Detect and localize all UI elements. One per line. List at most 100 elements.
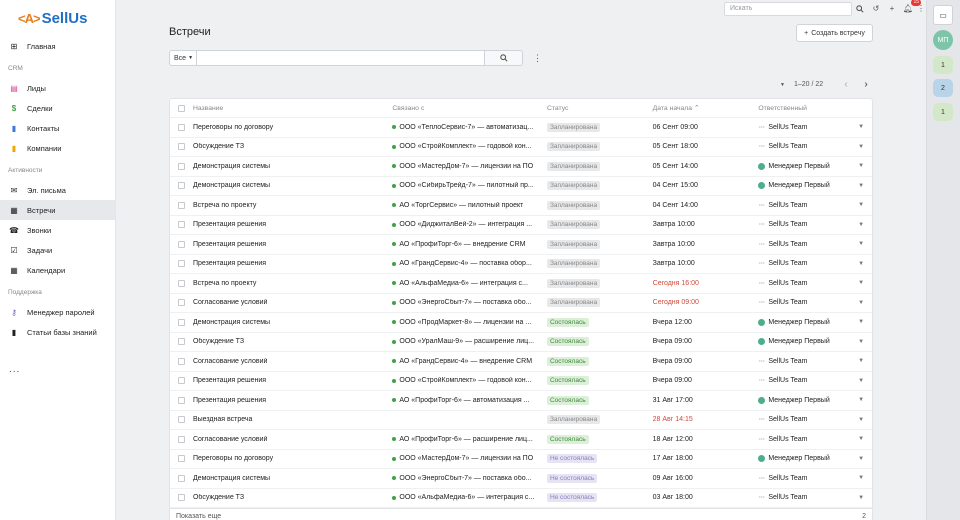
- table-row[interactable]: Встреча по проекту АО «ТоргСервис» — пило…: [170, 196, 872, 216]
- row-menu-caret-icon[interactable]: ▼: [858, 417, 872, 423]
- logo[interactable]: <A> SellUs: [0, 0, 115, 36]
- table-row[interactable]: Демонстрация системы ООО «МастерДом-7» — …: [170, 157, 872, 177]
- table-row[interactable]: Демонстрация системы ООО «СибирьТрейд-7» …: [170, 177, 872, 196]
- related-link[interactable]: ООО «ПродМаркет-8» — лицензии на ...: [399, 319, 531, 326]
- meeting-name[interactable]: Обсуждение ТЗ: [193, 494, 392, 501]
- chat-button[interactable]: ▭: [933, 5, 953, 25]
- row-checkbox[interactable]: [170, 299, 193, 307]
- row-menu-caret-icon[interactable]: ▼: [858, 475, 872, 481]
- column-header-status[interactable]: Статус: [547, 105, 653, 112]
- table-row[interactable]: Презентация решения ООО «ДиджиталВей-2» —…: [170, 216, 872, 235]
- row-menu-caret-icon[interactable]: ▼: [858, 222, 872, 228]
- panel-chip-2[interactable]: 2: [933, 79, 953, 97]
- meeting-name[interactable]: Обсуждение ТЗ: [193, 338, 392, 345]
- row-checkbox[interactable]: [170, 279, 193, 287]
- meeting-name[interactable]: Презентация решения: [193, 397, 392, 404]
- meeting-name[interactable]: Выездная встреча: [193, 416, 392, 423]
- row-menu-caret-icon[interactable]: ▼: [858, 339, 872, 345]
- meeting-name[interactable]: Встреча по проекту: [193, 280, 392, 287]
- related-link[interactable]: ООО «СтройКомплект» — годовой кон...: [399, 377, 531, 384]
- meeting-name[interactable]: Согласование условий: [193, 436, 392, 443]
- row-menu-caret-icon[interactable]: ▼: [858, 183, 872, 189]
- row-checkbox[interactable]: [170, 123, 193, 131]
- kebab-menu-icon[interactable]: ⋮: [916, 2, 926, 16]
- row-menu-caret-icon[interactable]: ▼: [858, 144, 872, 150]
- meeting-name[interactable]: Презентация решения: [193, 260, 392, 267]
- row-checkbox[interactable]: [170, 143, 193, 151]
- row-menu-caret-icon[interactable]: ▼: [858, 456, 872, 462]
- table-row[interactable]: Презентация решения АО «ПрофиТорг-6» — ав…: [170, 391, 872, 411]
- sidebar-item-kb-articles[interactable]: ▮ Статьи базы знаний: [0, 322, 115, 342]
- column-header-related[interactable]: Связано с: [392, 105, 547, 112]
- panel-chip-1[interactable]: 1: [933, 56, 953, 74]
- bell-icon[interactable]: 🔔︎ 15: [900, 0, 921, 16]
- row-checkbox[interactable]: [170, 201, 193, 209]
- related-link[interactable]: АО «ПрофиТорг-6» — расширение лиц...: [399, 436, 532, 443]
- table-row[interactable]: Обсуждение ТЗ ООО «АльфаМедиа-6» — интегр…: [170, 489, 872, 508]
- row-menu-caret-icon[interactable]: ▼: [858, 358, 872, 364]
- table-row[interactable]: Встреча по проекту АО «АльфаМедиа-6» — ин…: [170, 274, 872, 294]
- table-row[interactable]: Презентация решения ООО «СтройКомплект» —…: [170, 372, 872, 391]
- related-link[interactable]: ООО «МастерДом-7» — лицензии на ПО: [399, 455, 533, 462]
- row-checkbox[interactable]: [170, 318, 193, 326]
- meeting-name[interactable]: Демонстрация системы: [193, 475, 392, 482]
- plus-icon[interactable]: +: [884, 2, 900, 16]
- related-link[interactable]: ООО «МастерДом-7» — лицензии на ПО: [399, 163, 533, 170]
- history-icon[interactable]: ↺: [868, 2, 884, 16]
- related-link[interactable]: АО «ПрофиТорг-6» — автоматизация ...: [399, 397, 529, 404]
- meeting-name[interactable]: Согласование условий: [193, 299, 392, 306]
- row-menu-caret-icon[interactable]: ▼: [858, 280, 872, 286]
- sidebar-item-meetings[interactable]: ▦ Встречи: [0, 200, 115, 220]
- meeting-name[interactable]: Демонстрация системы: [193, 319, 392, 326]
- sidebar-item-deals[interactable]: $ Сделки: [0, 98, 115, 118]
- related-link[interactable]: АО «ГрандСервис-4» — внедрение CRM: [399, 358, 532, 365]
- related-link[interactable]: ООО «СибирьТрейд-7» — пилотный пр...: [399, 182, 533, 189]
- meeting-name[interactable]: Обсуждение ТЗ: [193, 143, 392, 150]
- row-checkbox[interactable]: [170, 416, 193, 424]
- related-link[interactable]: АО «ГрандСервис-4» — поставка обор...: [399, 260, 531, 267]
- row-checkbox[interactable]: [170, 377, 193, 385]
- meeting-name[interactable]: Переговоры по договору: [193, 124, 392, 131]
- sidebar-item-password-manager[interactable]: ⚷ Менеджер паролей: [0, 302, 115, 322]
- user-avatar[interactable]: МП: [933, 30, 953, 50]
- row-menu-caret-icon[interactable]: ▼: [858, 319, 872, 325]
- row-menu-caret-icon[interactable]: ▼: [858, 261, 872, 267]
- related-link[interactable]: ООО «АльфаМедиа-6» — интеграция с...: [399, 494, 534, 501]
- create-meeting-button[interactable]: + Создать встречу: [796, 24, 873, 42]
- related-link[interactable]: АО «АльфаМедиа-6» — интеграция с...: [399, 280, 528, 287]
- related-link[interactable]: ООО «ЭнергоСбыт-7» — поставка обо...: [399, 299, 531, 306]
- row-menu-caret-icon[interactable]: ▼: [858, 163, 872, 169]
- table-row[interactable]: Согласование условий ООО «ЭнергоСбыт-7» —…: [170, 294, 872, 313]
- search-icon[interactable]: [852, 2, 868, 16]
- filter-search-input[interactable]: [197, 50, 485, 66]
- more-menu-button[interactable]: ...: [0, 364, 115, 375]
- row-checkbox[interactable]: [170, 162, 193, 170]
- row-checkbox[interactable]: [170, 260, 193, 268]
- table-row[interactable]: Презентация решения АО «ПрофиТорг-6» — вн…: [170, 235, 872, 255]
- row-menu-caret-icon[interactable]: ▼: [858, 397, 872, 403]
- related-link[interactable]: ООО «УралМаш-9» — расширение лиц...: [399, 338, 534, 345]
- row-checkbox[interactable]: [170, 182, 193, 190]
- sidebar-item-contacts[interactable]: ▮ Контакты: [0, 118, 115, 138]
- column-header-owner[interactable]: Ответственный: [758, 105, 858, 112]
- table-row[interactable]: Демонстрация системы ООО «ПродМаркет-8» —…: [170, 313, 872, 333]
- related-link[interactable]: ООО «ЭнергоСбыт-7» — поставка обо...: [399, 475, 531, 482]
- related-link[interactable]: АО «ТоргСервис» — пилотный проект: [399, 202, 523, 209]
- row-checkbox[interactable]: [170, 396, 193, 404]
- kebab-menu-icon[interactable]: ⋮: [533, 53, 542, 64]
- row-checkbox[interactable]: [170, 455, 193, 463]
- meeting-name[interactable]: Демонстрация системы: [193, 163, 392, 170]
- meeting-name[interactable]: Переговоры по договору: [193, 455, 392, 462]
- sidebar-item-companies[interactable]: ▮ Компании: [0, 138, 115, 158]
- sidebar-item-leads[interactable]: ▤ Лиды: [0, 78, 115, 98]
- meeting-name[interactable]: Встреча по проекту: [193, 202, 392, 209]
- table-row[interactable]: Переговоры по договору ООО «МастерДом-7» …: [170, 450, 872, 469]
- chevron-right-icon[interactable]: ›: [856, 79, 876, 90]
- table-row[interactable]: Обсуждение ТЗ ООО «УралМаш-9» — расширени…: [170, 333, 872, 352]
- table-row[interactable]: Обсуждение ТЗ ООО «СтройКомплект» — годов…: [170, 138, 872, 157]
- chevron-left-icon[interactable]: ‹: [836, 79, 856, 90]
- row-checkbox[interactable]: [170, 221, 193, 229]
- show-more-button[interactable]: Показать еще: [176, 513, 221, 520]
- sidebar-item-emails[interactable]: ✉ Эл. письма: [0, 180, 115, 200]
- row-checkbox[interactable]: [170, 474, 193, 482]
